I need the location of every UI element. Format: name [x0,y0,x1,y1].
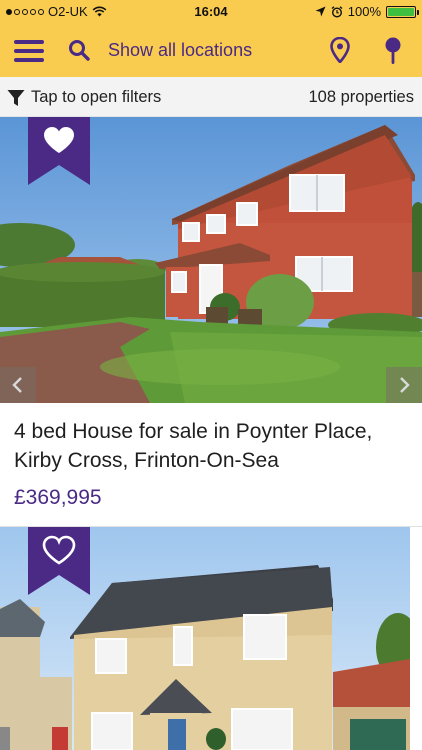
menu-icon[interactable] [14,40,44,62]
previous-photo-button[interactable] [0,367,36,403]
favourite-bookmark-icon[interactable] [28,527,90,595]
pushpin-icon[interactable] [383,37,403,65]
search-icon[interactable] [68,39,90,61]
property-photo[interactable] [0,527,422,750]
show-all-locations-button[interactable]: Show all locations [108,40,252,61]
location-arrow-icon [315,6,326,17]
listing-title[interactable]: 4 bed House for sale in Poynter Place, K… [14,417,404,475]
map-pin-icon[interactable] [330,37,350,63]
property-photo[interactable] [0,117,422,403]
open-filters-label[interactable]: Tap to open filters [31,88,161,107]
listing-card[interactable]: 4 bed House for sale in Poynter Place, K… [0,117,422,526]
property-count: 108 properties [308,88,415,106]
favourite-bookmark-icon[interactable] [28,117,90,185]
next-photo-button[interactable] [386,367,422,403]
status-right: 100% [315,4,419,19]
chevron-left-icon [12,377,22,393]
listing-price: £369,995 [14,486,102,509]
status-bar: O2-UK 16:04 100% [0,0,422,24]
filter-icon [7,90,25,106]
battery-percent: 100% [347,4,381,19]
filter-bar[interactable]: Tap to open filters 108 properties [0,77,422,117]
chevron-right-icon [400,377,410,393]
app-header: Show all locations [0,24,422,77]
battery-icon [386,5,419,18]
alarm-icon [331,5,343,18]
listing-card[interactable] [0,527,422,750]
